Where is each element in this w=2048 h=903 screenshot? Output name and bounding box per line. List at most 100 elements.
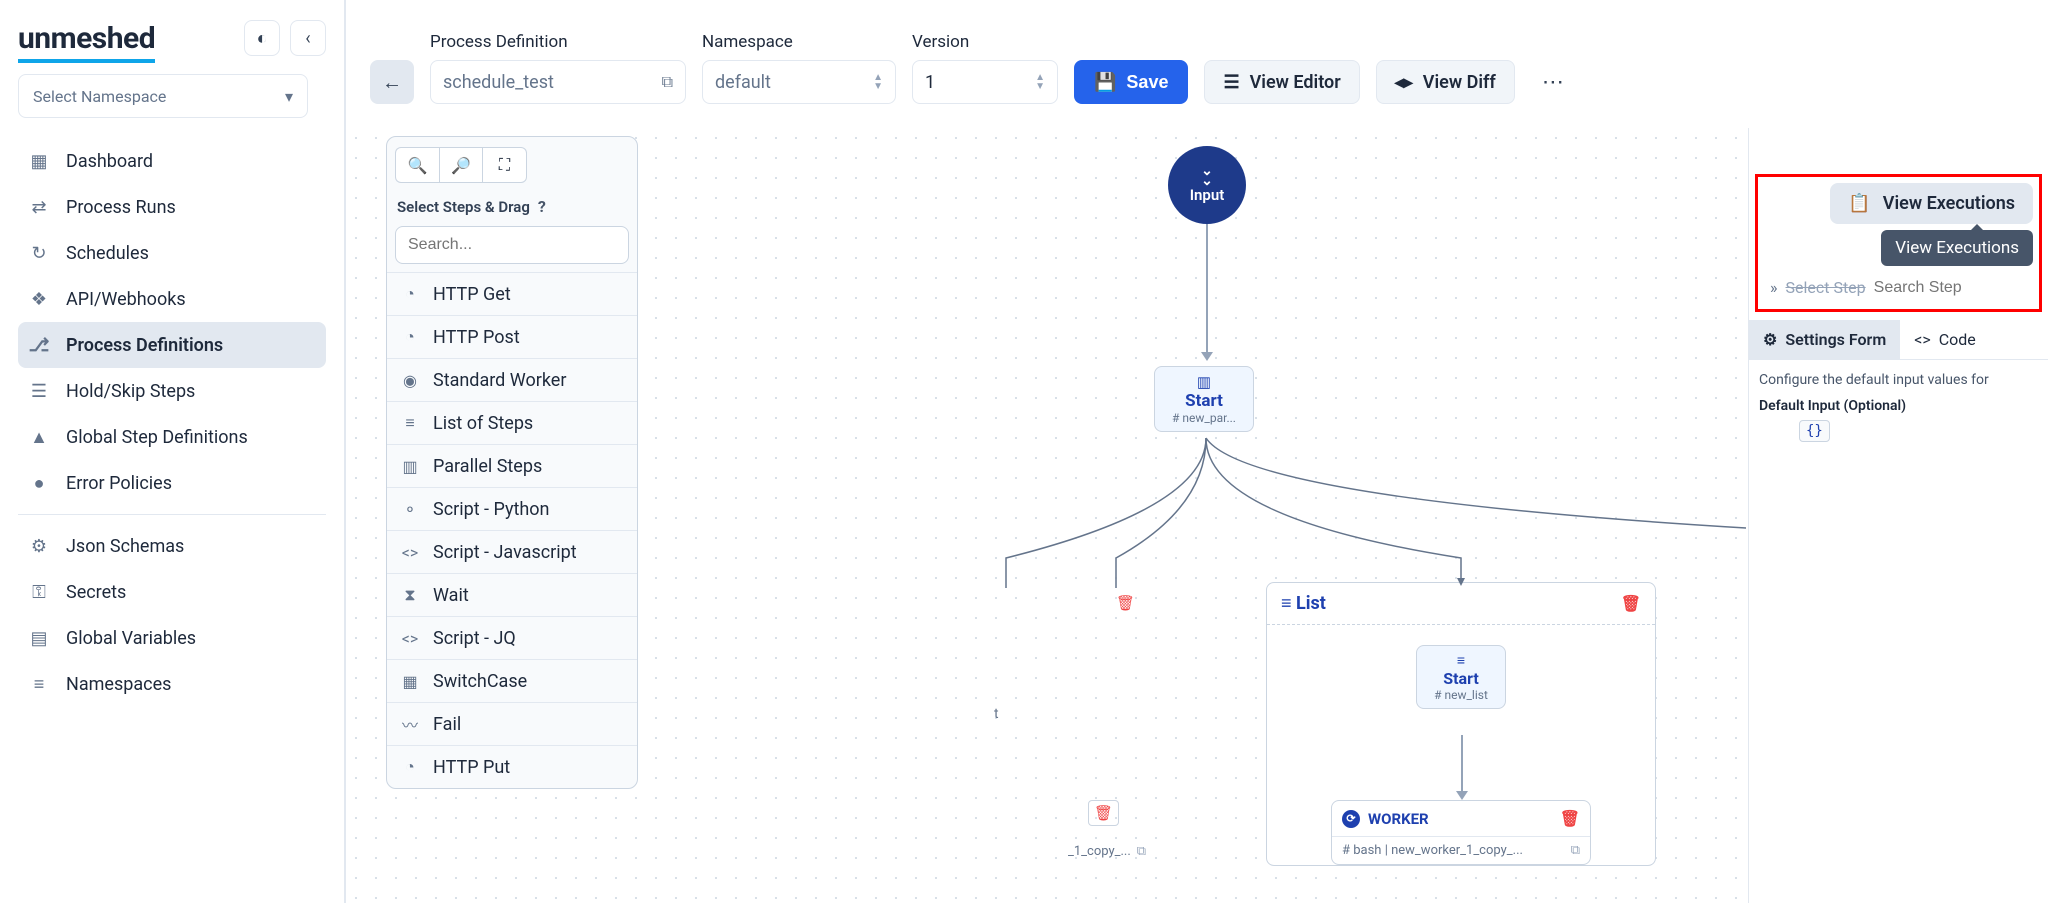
nav-schedules[interactable]: ↻Schedules bbox=[18, 230, 326, 276]
step-http-put[interactable]: ◔HTTP Put bbox=[387, 745, 637, 788]
zoom-in-button[interactable]: 🔍 bbox=[395, 147, 439, 183]
nav-hold-skip[interactable]: ☰Hold/Skip Steps bbox=[18, 368, 326, 414]
step-jq[interactable]: <>Script - JQ bbox=[387, 616, 637, 659]
fragment-label: t bbox=[994, 706, 999, 722]
nav-api-webhooks[interactable]: ❖API/Webhooks bbox=[18, 276, 326, 322]
step-wait[interactable]: ⧗Wait bbox=[387, 573, 637, 616]
error-icon: ● bbox=[28, 472, 50, 494]
json-braces-button[interactable]: {} bbox=[1799, 420, 1830, 442]
step-switch[interactable]: ▦SwitchCase bbox=[387, 659, 637, 702]
more-button[interactable]: ⋯ bbox=[1531, 60, 1575, 104]
theme-toggle[interactable]: ◐ bbox=[244, 20, 280, 56]
steps-search-input[interactable] bbox=[395, 226, 629, 264]
ns-label: Namespace bbox=[702, 32, 896, 52]
back-button[interactable]: ← bbox=[370, 60, 414, 104]
key-icon: ⚿ bbox=[28, 581, 50, 603]
tab-settings-form[interactable]: ⚙Settings Form bbox=[1749, 320, 1900, 359]
namespace-field[interactable]: default ▲▼ bbox=[702, 60, 896, 104]
gear-icon: ⚙ bbox=[28, 535, 50, 557]
step-parallel[interactable]: ▥Parallel Steps bbox=[387, 444, 637, 487]
steps-palette: 🔍 🔎 ⛶ Select Steps & Drag? ◔HTTP Get ◔HT… bbox=[386, 136, 638, 789]
gear-icon: ⚙ bbox=[1763, 330, 1777, 349]
stepper-icon[interactable]: ▲▼ bbox=[1035, 73, 1045, 91]
pd-label: Process Definition bbox=[430, 32, 686, 52]
fit-button[interactable]: ⛶ bbox=[483, 147, 527, 183]
fragment-sub: _1_copy_...⧉ bbox=[1068, 844, 1146, 859]
collapse-sidebar-button[interactable]: ‹ bbox=[290, 20, 326, 56]
switch-icon: ▦ bbox=[399, 670, 421, 692]
http-icon: ◔ bbox=[399, 756, 421, 778]
default-input-label: Default Input (Optional) bbox=[1759, 398, 2038, 414]
diff-icon: ◂▸ bbox=[1395, 72, 1413, 93]
zoom-out-button[interactable]: 🔎 bbox=[439, 147, 483, 183]
copy-icon[interactable]: ⧉ bbox=[662, 72, 673, 92]
nav-dashboard[interactable]: ▦Dashboard bbox=[18, 138, 326, 184]
nav-namespaces[interactable]: ≡Namespaces bbox=[18, 661, 326, 707]
tab-code[interactable]: <>Code bbox=[1900, 320, 1990, 359]
input-node[interactable]: ⌄⌄ Input bbox=[1168, 146, 1246, 224]
view-editor-button[interactable]: ☰View Editor bbox=[1204, 60, 1359, 104]
nav-global-steps[interactable]: ▲Global Step Definitions bbox=[18, 414, 326, 460]
copy-icon[interactable]: ⧉ bbox=[1137, 844, 1146, 859]
dashboard-icon: ▦ bbox=[28, 150, 50, 172]
step-python[interactable]: ⚬Script - Python bbox=[387, 487, 637, 530]
config-description: Configure the default input values for bbox=[1759, 372, 2038, 388]
parallel-icon: ▥ bbox=[1161, 373, 1247, 391]
right-panel: 📋 View Executions View Executions » Sele… bbox=[1748, 128, 2048, 903]
list-icon: ≡ bbox=[1281, 593, 1296, 614]
wait-icon: ⧗ bbox=[399, 584, 421, 606]
http-icon: ◔ bbox=[399, 283, 421, 305]
nav-json-schemas[interactable]: ⚙Json Schemas bbox=[18, 523, 326, 569]
nav-process-definitions[interactable]: ⎇Process Definitions bbox=[18, 322, 326, 368]
start-node[interactable]: ▥ Start # new_par... bbox=[1154, 366, 1254, 432]
step-list[interactable]: ≡List of Steps bbox=[387, 401, 637, 444]
js-icon: <> bbox=[399, 541, 421, 563]
diagram-canvas[interactable]: 🔍 🔎 ⛶ Select Steps & Drag? ◔HTTP Get ◔HT… bbox=[346, 128, 1748, 903]
expand-icon[interactable]: » bbox=[1770, 278, 1778, 297]
step-js[interactable]: <>Script - Javascript bbox=[387, 530, 637, 573]
help-icon[interactable]: ? bbox=[538, 197, 546, 216]
process-definition-field[interactable]: schedule_test ⧉ bbox=[430, 60, 686, 104]
copy-icon[interactable]: ⧉ bbox=[1571, 843, 1580, 858]
http-icon: ◔ bbox=[399, 326, 421, 348]
chevron-down-icon: ▾ bbox=[285, 87, 293, 106]
namespace-select[interactable]: Select Namespace ▾ bbox=[18, 74, 308, 118]
step-fail[interactable]: 〰Fail bbox=[387, 702, 637, 745]
jq-icon: <> bbox=[399, 627, 421, 649]
tooltip: View Executions bbox=[1881, 230, 2033, 266]
save-button[interactable]: 💾Save bbox=[1074, 60, 1188, 104]
webhooks-icon: ❖ bbox=[28, 288, 50, 310]
view-executions-button[interactable]: 📋 View Executions bbox=[1830, 183, 2033, 224]
step-http-get[interactable]: ◔HTTP Get bbox=[387, 272, 637, 315]
process-runs-icon: ⇄ bbox=[28, 196, 50, 218]
list-icon: ≡ bbox=[1423, 652, 1499, 669]
list-start-node[interactable]: ≡ Start # new_list bbox=[1416, 645, 1506, 709]
callout-highlight: 📋 View Executions View Executions » Sele… bbox=[1755, 174, 2042, 312]
code-icon: <> bbox=[1914, 330, 1931, 349]
connector bbox=[1206, 224, 1208, 356]
worker-node[interactable]: ⟳WORKER🗑 # bash | new_worker_1_copy_...⧉ bbox=[1331, 800, 1591, 865]
arrow-icon bbox=[1201, 352, 1213, 361]
delete-worker-button[interactable]: 🗑 bbox=[1560, 809, 1580, 828]
schedules-icon: ↻ bbox=[28, 242, 50, 264]
nav-process-runs[interactable]: ⇄Process Runs bbox=[18, 184, 326, 230]
delete-list-button[interactable]: 🗑 bbox=[1621, 594, 1641, 613]
list-group-1[interactable]: ≡ List 🗑 ≡ Start # new_list ⟳WORKER🗑 bbox=[1266, 582, 1656, 866]
version-field[interactable]: 1 ▲▼ bbox=[912, 60, 1058, 104]
delete-node-button[interactable]: 🗑 bbox=[1088, 800, 1119, 826]
nav-error-policies[interactable]: ●Error Policies bbox=[18, 460, 326, 506]
search-step-input[interactable] bbox=[1874, 279, 1984, 297]
nav-global-vars[interactable]: ▤Global Variables bbox=[18, 615, 326, 661]
step-http-post[interactable]: ◔HTTP Post bbox=[387, 315, 637, 358]
stepper-icon[interactable]: ▲▼ bbox=[873, 73, 883, 91]
python-icon: ⚬ bbox=[399, 498, 421, 520]
nav-secrets[interactable]: ⚿Secrets bbox=[18, 569, 326, 615]
delete-node-button[interactable]: 🗑 bbox=[1116, 594, 1135, 612]
step-standard-worker[interactable]: ◉Standard Worker bbox=[387, 358, 637, 401]
v-label: Version bbox=[912, 32, 1058, 52]
list-icon: ≡ bbox=[399, 412, 421, 434]
chevron-down-icon: ⌄⌄ bbox=[1201, 166, 1213, 186]
worker-icon: ⟳ bbox=[1342, 810, 1360, 828]
view-diff-button[interactable]: ◂▸View Diff bbox=[1376, 60, 1515, 104]
select-step-label: Select Step bbox=[1786, 278, 1866, 297]
